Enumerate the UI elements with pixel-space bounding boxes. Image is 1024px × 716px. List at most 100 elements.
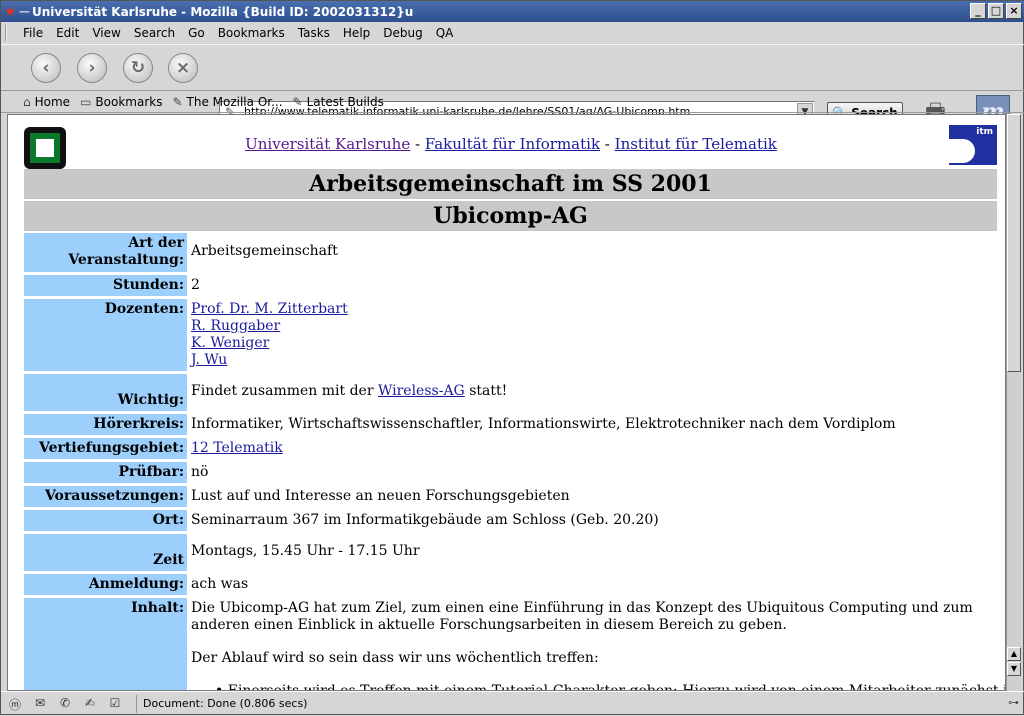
title-bar[interactable]: ★ — Universität Karlsruhe - Mozilla {Bui… [1,1,1024,22]
row-label: Zeit [24,534,187,571]
back-button[interactable]: ‹ [31,53,61,83]
row-label: Dozenten: [24,299,187,371]
table-row-anmeldung: Anmeldung: ach was [24,574,997,595]
chat-icon[interactable]: ✆ [55,696,75,712]
course-title: Ubicomp-AG [24,201,997,231]
window-menu-icon[interactable]: — [19,5,30,18]
scroll-up-button[interactable]: ▲ [1007,647,1021,661]
forward-arrow-icon: › [88,58,96,78]
menu-bar: File Edit View Search Go Bookmarks Tasks… [1,22,1024,44]
menu-view[interactable]: View [92,26,120,40]
table-row-stunden: Stunden: 2 [24,275,997,296]
home-label: Home [34,94,71,109]
menu-search[interactable]: Search [134,26,175,40]
row-value: Arbeitsgemeinschaft [191,243,338,259]
personal-toolbar: ⌂ Home ▭ Bookmarks ✎ The Mozilla Or... ✎… [1,91,1024,113]
link-fakultaet[interactable]: Fakultät für Informatik [425,135,600,153]
bookmarks-button[interactable]: ▭ Bookmarks [80,95,162,109]
link-universitaet[interactable]: Universität Karlsruhe [245,135,410,153]
table-row-ort: Ort: Seminarraum 367 im Informatikgebäud… [24,510,997,531]
inhalt-paragraph: Der Ablauf wird so sein dass wir uns wöc… [191,650,599,666]
telematik-link[interactable]: 12 Telematik [191,440,283,456]
menu-debug[interactable]: Debug [383,26,422,40]
menu-bookmarks[interactable]: Bookmarks [218,26,285,40]
mozilla-icon[interactable]: ⓜ [5,696,25,712]
itm-logo[interactable]: itm [949,125,997,165]
browser-window: ★ — Universität Karlsruhe - Mozilla {Bui… [0,0,1024,715]
mozilla-star-icon: ★ [3,3,17,20]
row-value: Findet zusammen mit der Wireless-AG stat… [191,383,507,400]
scrollbar-thumb[interactable] [1007,114,1021,372]
scroll-down-button[interactable]: ▼ [1007,662,1021,676]
window-title: Universität Karlsruhe - Mozilla {Build I… [32,4,414,19]
itm-logo-text: itm [976,127,993,137]
menu-qa[interactable]: QA [436,26,454,40]
connection-icon: ⊶ [1008,696,1019,709]
bookmark-icon: ✎ [292,94,303,109]
bookmark-icon: ✎ [172,94,183,109]
link-institut[interactable]: Institut für Telematik [615,135,777,153]
table-row-pruefbar: Prüfbar: nö [24,462,997,483]
menu-file[interactable]: File [23,26,43,40]
reload-button[interactable]: ↻ [123,53,153,83]
table-row-dozenten: Dozenten: Prof. Dr. M. Zitterbart R. Rug… [24,299,997,371]
maximize-button[interactable]: □ [988,3,1004,19]
bookmark-mozilla-label: The Mozilla Or... [186,94,283,109]
back-arrow-icon: ‹ [42,58,50,78]
row-label: Anmeldung: [24,574,187,595]
forward-button[interactable]: › [77,53,107,83]
toolbar-grip[interactable] [5,25,13,41]
composer-icon[interactable]: ✍ [80,696,100,712]
row-label: Hörerkreis: [24,414,187,435]
home-button[interactable]: ⌂ Home [23,95,70,109]
table-row-voraussetzungen: Voraussetzungen: Lust auf und Interesse … [24,486,997,507]
dozent-link[interactable]: K. Weniger [191,335,269,351]
wichtig-pre: Findet zusammen mit der [191,383,378,399]
stop-button[interactable]: × [168,53,198,83]
menu-tasks[interactable]: Tasks [298,26,330,40]
row-label-line2: Veranstaltung: [68,252,184,268]
table-row-inhalt: Inhalt: Die Ubicomp-AG hat zum Ziel, zum… [24,598,1005,690]
bookmark-mozilla-org[interactable]: ✎ The Mozilla Or... [172,95,282,109]
row-label: Wichtig: [24,374,187,411]
bookmark-latest-builds[interactable]: ✎ Latest Builds [293,95,384,109]
close-button[interactable]: × [1006,3,1022,19]
menu-help[interactable]: Help [343,26,370,40]
page-header: Universität Karlsruhe - Fakultät für Inf… [24,123,998,169]
row-value: Informatiker, Wirtschaftswissenschaftler… [191,416,896,432]
row-value: Die Ubicomp-AG hat zum Ziel, zum einen e… [191,600,1005,690]
table-row-wichtig: Wichtig: Findet zusammen mit der Wireles… [24,374,997,411]
minimize-button[interactable]: _ [970,3,986,19]
status-text: Document: Done (0.806 secs) [136,695,307,713]
table-row-zeit: Zeit Montags, 15.45 Uhr - 17.15 Uhr [24,534,997,571]
link-separator: - [600,135,615,153]
menu-edit[interactable]: Edit [56,26,79,40]
dozent-link[interactable]: J. Wu [191,352,227,368]
row-value: Lust auf und Interesse an neuen Forschun… [191,488,570,504]
mail-icon[interactable]: ✉ [30,696,50,712]
row-value: Prof. Dr. M. Zitterbart R. Ruggaber K. W… [191,301,348,369]
addressbook-icon[interactable]: ☑ [105,696,125,712]
table-row-art: Art der Veranstaltung: Arbeitsgemeinscha… [24,233,997,272]
vertical-scrollbar[interactable]: ▲ ▼ [1006,114,1021,691]
wichtig-post: statt! [464,383,508,399]
row-label-line1: Art der [128,235,184,251]
row-label: Art der Veranstaltung: [24,233,187,272]
list-item-text: Einerseits wird es Treffen mit einem Tut… [227,683,1006,691]
dozent-link[interactable]: R. Ruggaber [191,318,280,334]
row-label: Inhalt: [24,598,187,690]
dozent-link[interactable]: Prof. Dr. M. Zitterbart [191,301,348,317]
reload-icon: ↻ [130,58,146,78]
row-label: Ort: [24,510,187,531]
status-bar: ⓜ ✉ ✆ ✍ ☑ Document: Done (0.806 secs) ⊶ [1,691,1024,716]
table-row-vertiefung: Vertiefungsgebiet: 12 Telematik [24,438,997,459]
page-content[interactable]: Universität Karlsruhe - Fakultät für Inf… [7,114,1006,691]
wireless-ag-link[interactable]: Wireless-AG [378,383,465,399]
menu-go[interactable]: Go [188,26,205,40]
bookmarks-label: Bookmarks [95,94,163,109]
row-label: Voraussetzungen: [24,486,187,507]
home-icon: ⌂ [23,94,31,109]
inhalt-list-item: • Einerseits wird es Treffen mit einem T… [191,683,1005,690]
row-value: nö [191,464,209,480]
table-row-hoererkreis: Hörerkreis: Informatiker, Wirtschaftswis… [24,414,997,435]
